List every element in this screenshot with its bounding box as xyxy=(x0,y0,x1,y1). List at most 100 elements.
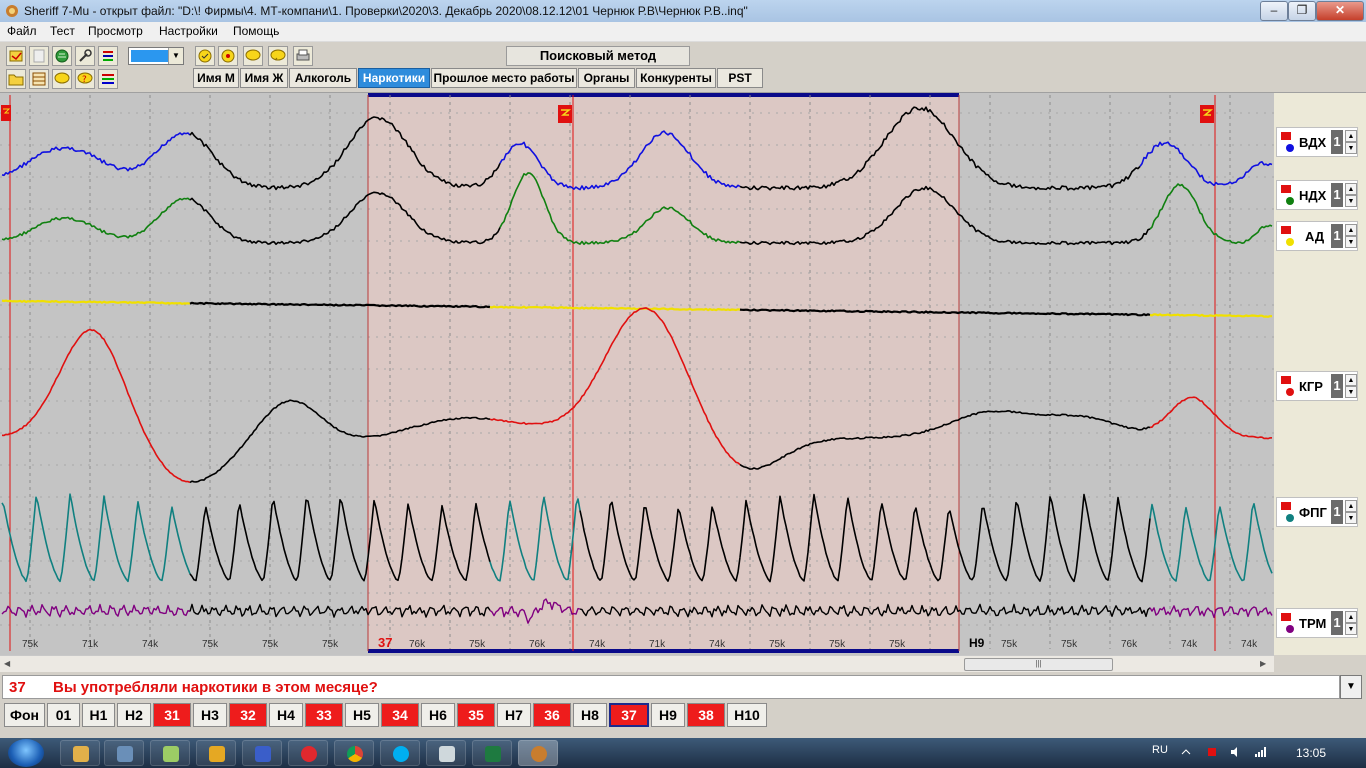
menu-file[interactable]: Файл xyxy=(7,24,37,38)
menu-settings[interactable]: Настройки xyxy=(159,24,218,38)
question-button[interactable]: H5 xyxy=(345,703,379,727)
channel-settings-icon[interactable] xyxy=(1281,132,1291,140)
menu-view[interactable]: Просмотр xyxy=(88,24,143,38)
tab-name-f[interactable]: Имя Ж xyxy=(240,68,288,88)
chevron-down-icon[interactable]: ▼ xyxy=(1345,623,1357,635)
yellow-question-icon[interactable]: ? xyxy=(75,69,95,89)
yellow-check-icon[interactable] xyxy=(195,46,215,66)
channel-settings-icon[interactable] xyxy=(1281,613,1291,621)
chevron-up-icon[interactable]: ▲ xyxy=(1345,183,1357,195)
channel-settings-icon[interactable] xyxy=(1281,376,1291,384)
tab-authorities[interactable]: Органы xyxy=(578,68,635,88)
taskbar-app[interactable] xyxy=(104,740,144,766)
print-icon[interactable] xyxy=(293,46,313,66)
question-dropdown-button[interactable]: ▼ xyxy=(1340,675,1362,699)
question-button[interactable]: H10 xyxy=(727,703,767,727)
menu-help[interactable]: Помощь xyxy=(233,24,279,38)
taskbar-app[interactable] xyxy=(426,740,466,766)
channel-trm[interactable]: ТРМ 1 ▲ ▼ xyxy=(1276,608,1358,638)
question-button[interactable]: H4 xyxy=(269,703,303,727)
tab-competitors[interactable]: Конкуренты xyxy=(636,68,716,88)
chevron-down-icon[interactable]: ▼ xyxy=(1345,512,1357,524)
scroll-left-icon[interactable]: ◀ xyxy=(4,659,10,668)
taskbar-excel[interactable] xyxy=(472,740,512,766)
taskbar-app[interactable] xyxy=(242,740,282,766)
chevron-up-icon[interactable]: ▲ xyxy=(1345,611,1357,623)
channel-fpg[interactable]: ФПГ 1 ▲ ▼ xyxy=(1276,497,1358,527)
chevron-down-icon[interactable]: ▼ xyxy=(1345,195,1357,207)
chevron-up-icon[interactable]: ▲ xyxy=(1345,224,1357,236)
chevron-down-icon[interactable]: ▼ xyxy=(1345,142,1357,154)
tab-previous-job[interactable]: Прошлое место работы xyxy=(431,68,577,88)
question-button[interactable]: H8 xyxy=(573,703,607,727)
taskbar-app[interactable] xyxy=(196,740,236,766)
yellow-chat-icon[interactable] xyxy=(243,46,263,66)
volume-icon[interactable] xyxy=(1230,746,1242,758)
yellow-comment-icon[interactable] xyxy=(52,69,72,89)
question-button-current[interactable]: 37 xyxy=(609,703,649,727)
lines-icon[interactable] xyxy=(98,46,118,66)
tab-alcohol[interactable]: Алкоголь xyxy=(289,68,357,88)
question-button[interactable]: 34 xyxy=(381,703,419,727)
chevron-up-icon[interactable]: ▲ xyxy=(1345,130,1357,142)
question-button[interactable]: 31 xyxy=(153,703,191,727)
channel-kgr[interactable]: КГР 1 ▲ ▼ xyxy=(1276,371,1358,401)
taskbar-explorer[interactable] xyxy=(60,740,100,766)
open-folder-icon[interactable] xyxy=(6,69,26,89)
flag-icon[interactable] xyxy=(1,105,11,121)
question-button[interactable]: H9 xyxy=(651,703,685,727)
taskbar-opera[interactable] xyxy=(288,740,328,766)
question-button[interactable]: 36 xyxy=(533,703,571,727)
wrench-icon[interactable] xyxy=(75,46,95,66)
tab-drugs[interactable]: Наркотики xyxy=(358,68,430,88)
question-button[interactable]: H3 xyxy=(193,703,227,727)
scroll-thumb[interactable]: ||| xyxy=(964,658,1113,671)
yellow-bubble-icon[interactable] xyxy=(268,46,288,66)
channel-ndh[interactable]: НДХ 1 ▲ ▼ xyxy=(1276,180,1358,210)
signal-icon[interactable] xyxy=(1254,746,1266,758)
scroll-right-icon[interactable]: ▶ xyxy=(1260,659,1266,668)
question-button[interactable]: H6 xyxy=(421,703,455,727)
tab-name-m[interactable]: Имя М xyxy=(193,68,239,88)
channel-ad[interactable]: АД 1 ▲ ▼ xyxy=(1276,221,1358,251)
horizontal-scrollbar[interactable]: ◀ ||| ▶ xyxy=(0,655,1274,672)
taskbar-app[interactable] xyxy=(150,740,190,766)
start-button[interactable] xyxy=(8,739,44,767)
question-button[interactable]: 35 xyxy=(457,703,495,727)
flag-icon[interactable] xyxy=(1200,105,1214,123)
channel-vdh[interactable]: ВДХ 1 ▲ ▼ xyxy=(1276,127,1358,157)
question-button[interactable]: Фон xyxy=(4,703,45,727)
save-disabled-icon[interactable] xyxy=(29,46,49,66)
chevron-up-icon[interactable]: ▲ xyxy=(1345,500,1357,512)
tray-arrow-icon[interactable] xyxy=(1180,746,1192,758)
question-button[interactable]: H7 xyxy=(497,703,531,727)
yellow-star-icon[interactable] xyxy=(218,46,238,66)
restore-button[interactable]: ❐ xyxy=(1288,1,1316,21)
language-indicator[interactable]: RU xyxy=(1152,744,1168,756)
new-icon[interactable] xyxy=(6,46,26,66)
chevron-down-icon[interactable]: ▼ xyxy=(1345,386,1357,398)
chevron-up-icon[interactable]: ▲ xyxy=(1345,374,1357,386)
question-bar[interactable]: 37 Вы употребляли наркотики в этом месяц… xyxy=(2,675,1340,699)
color-select[interactable]: ▼ xyxy=(128,47,184,65)
minimize-button[interactable]: – xyxy=(1260,1,1288,21)
close-button[interactable]: ✕ xyxy=(1316,1,1364,21)
color-lines-icon[interactable] xyxy=(98,69,118,89)
polygraph-chart[interactable]: 75k 71k 74k 75k 75k 75k 76k 75k 76k 74k 71k 74k 75k 7… xyxy=(0,93,1274,655)
question-button[interactable]: 38 xyxy=(687,703,725,727)
chevron-down-icon[interactable]: ▼ xyxy=(1345,236,1357,248)
channel-settings-icon[interactable] xyxy=(1281,185,1291,193)
question-button[interactable]: H2 xyxy=(117,703,151,727)
question-button[interactable]: 01 xyxy=(47,703,80,727)
taskbar-chrome[interactable] xyxy=(334,740,374,766)
taskbar-sheriff[interactable] xyxy=(518,740,558,766)
question-button[interactable]: 33 xyxy=(305,703,343,727)
channel-settings-icon[interactable] xyxy=(1281,502,1291,510)
channel-settings-icon[interactable] xyxy=(1281,226,1291,234)
tray-security-icon[interactable] xyxy=(1206,746,1218,758)
grid-icon[interactable] xyxy=(29,69,49,89)
question-button[interactable]: 32 xyxy=(229,703,267,727)
flag-icon[interactable] xyxy=(558,105,572,123)
menu-test[interactable]: Тест xyxy=(50,24,75,38)
tab-pst[interactable]: PST xyxy=(717,68,763,88)
